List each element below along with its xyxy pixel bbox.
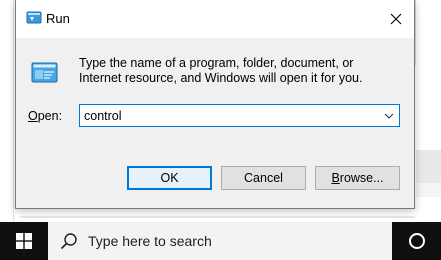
cortana-button[interactable] xyxy=(392,222,441,260)
background-stripe xyxy=(416,183,441,197)
start-button[interactable] xyxy=(0,222,48,260)
open-label: Open: xyxy=(28,109,63,123)
search-placeholder: Type here to search xyxy=(88,233,212,249)
open-combobox[interactable] xyxy=(79,104,400,127)
windows-start-icon xyxy=(16,233,32,249)
search-icon xyxy=(60,233,77,250)
title-bar[interactable]: Run xyxy=(16,0,414,38)
dialog-description: Type the name of a program, folder, docu… xyxy=(79,56,363,85)
close-icon xyxy=(390,13,402,25)
dialog-title: Run xyxy=(46,11,70,26)
chevron-down-icon xyxy=(384,113,394,119)
run-dialog: Run Type the name of a program, folder, … xyxy=(15,0,415,209)
background-stripe xyxy=(416,150,441,183)
taskbar: Type here to search xyxy=(0,222,441,260)
browse-button[interactable]: Browse... xyxy=(315,166,400,190)
background-divider xyxy=(415,0,416,65)
cancel-button[interactable]: Cancel xyxy=(221,166,306,190)
close-button[interactable] xyxy=(378,0,414,38)
ok-button[interactable]: OK xyxy=(127,166,212,190)
background-edge xyxy=(0,0,14,222)
background-divider xyxy=(20,216,415,218)
cortana-icon xyxy=(408,233,425,249)
dropdown-button[interactable] xyxy=(382,109,396,123)
taskbar-search-box[interactable]: Type here to search xyxy=(48,222,392,260)
run-program-icon xyxy=(29,62,59,84)
open-input[interactable] xyxy=(84,107,374,124)
run-icon xyxy=(25,11,43,25)
